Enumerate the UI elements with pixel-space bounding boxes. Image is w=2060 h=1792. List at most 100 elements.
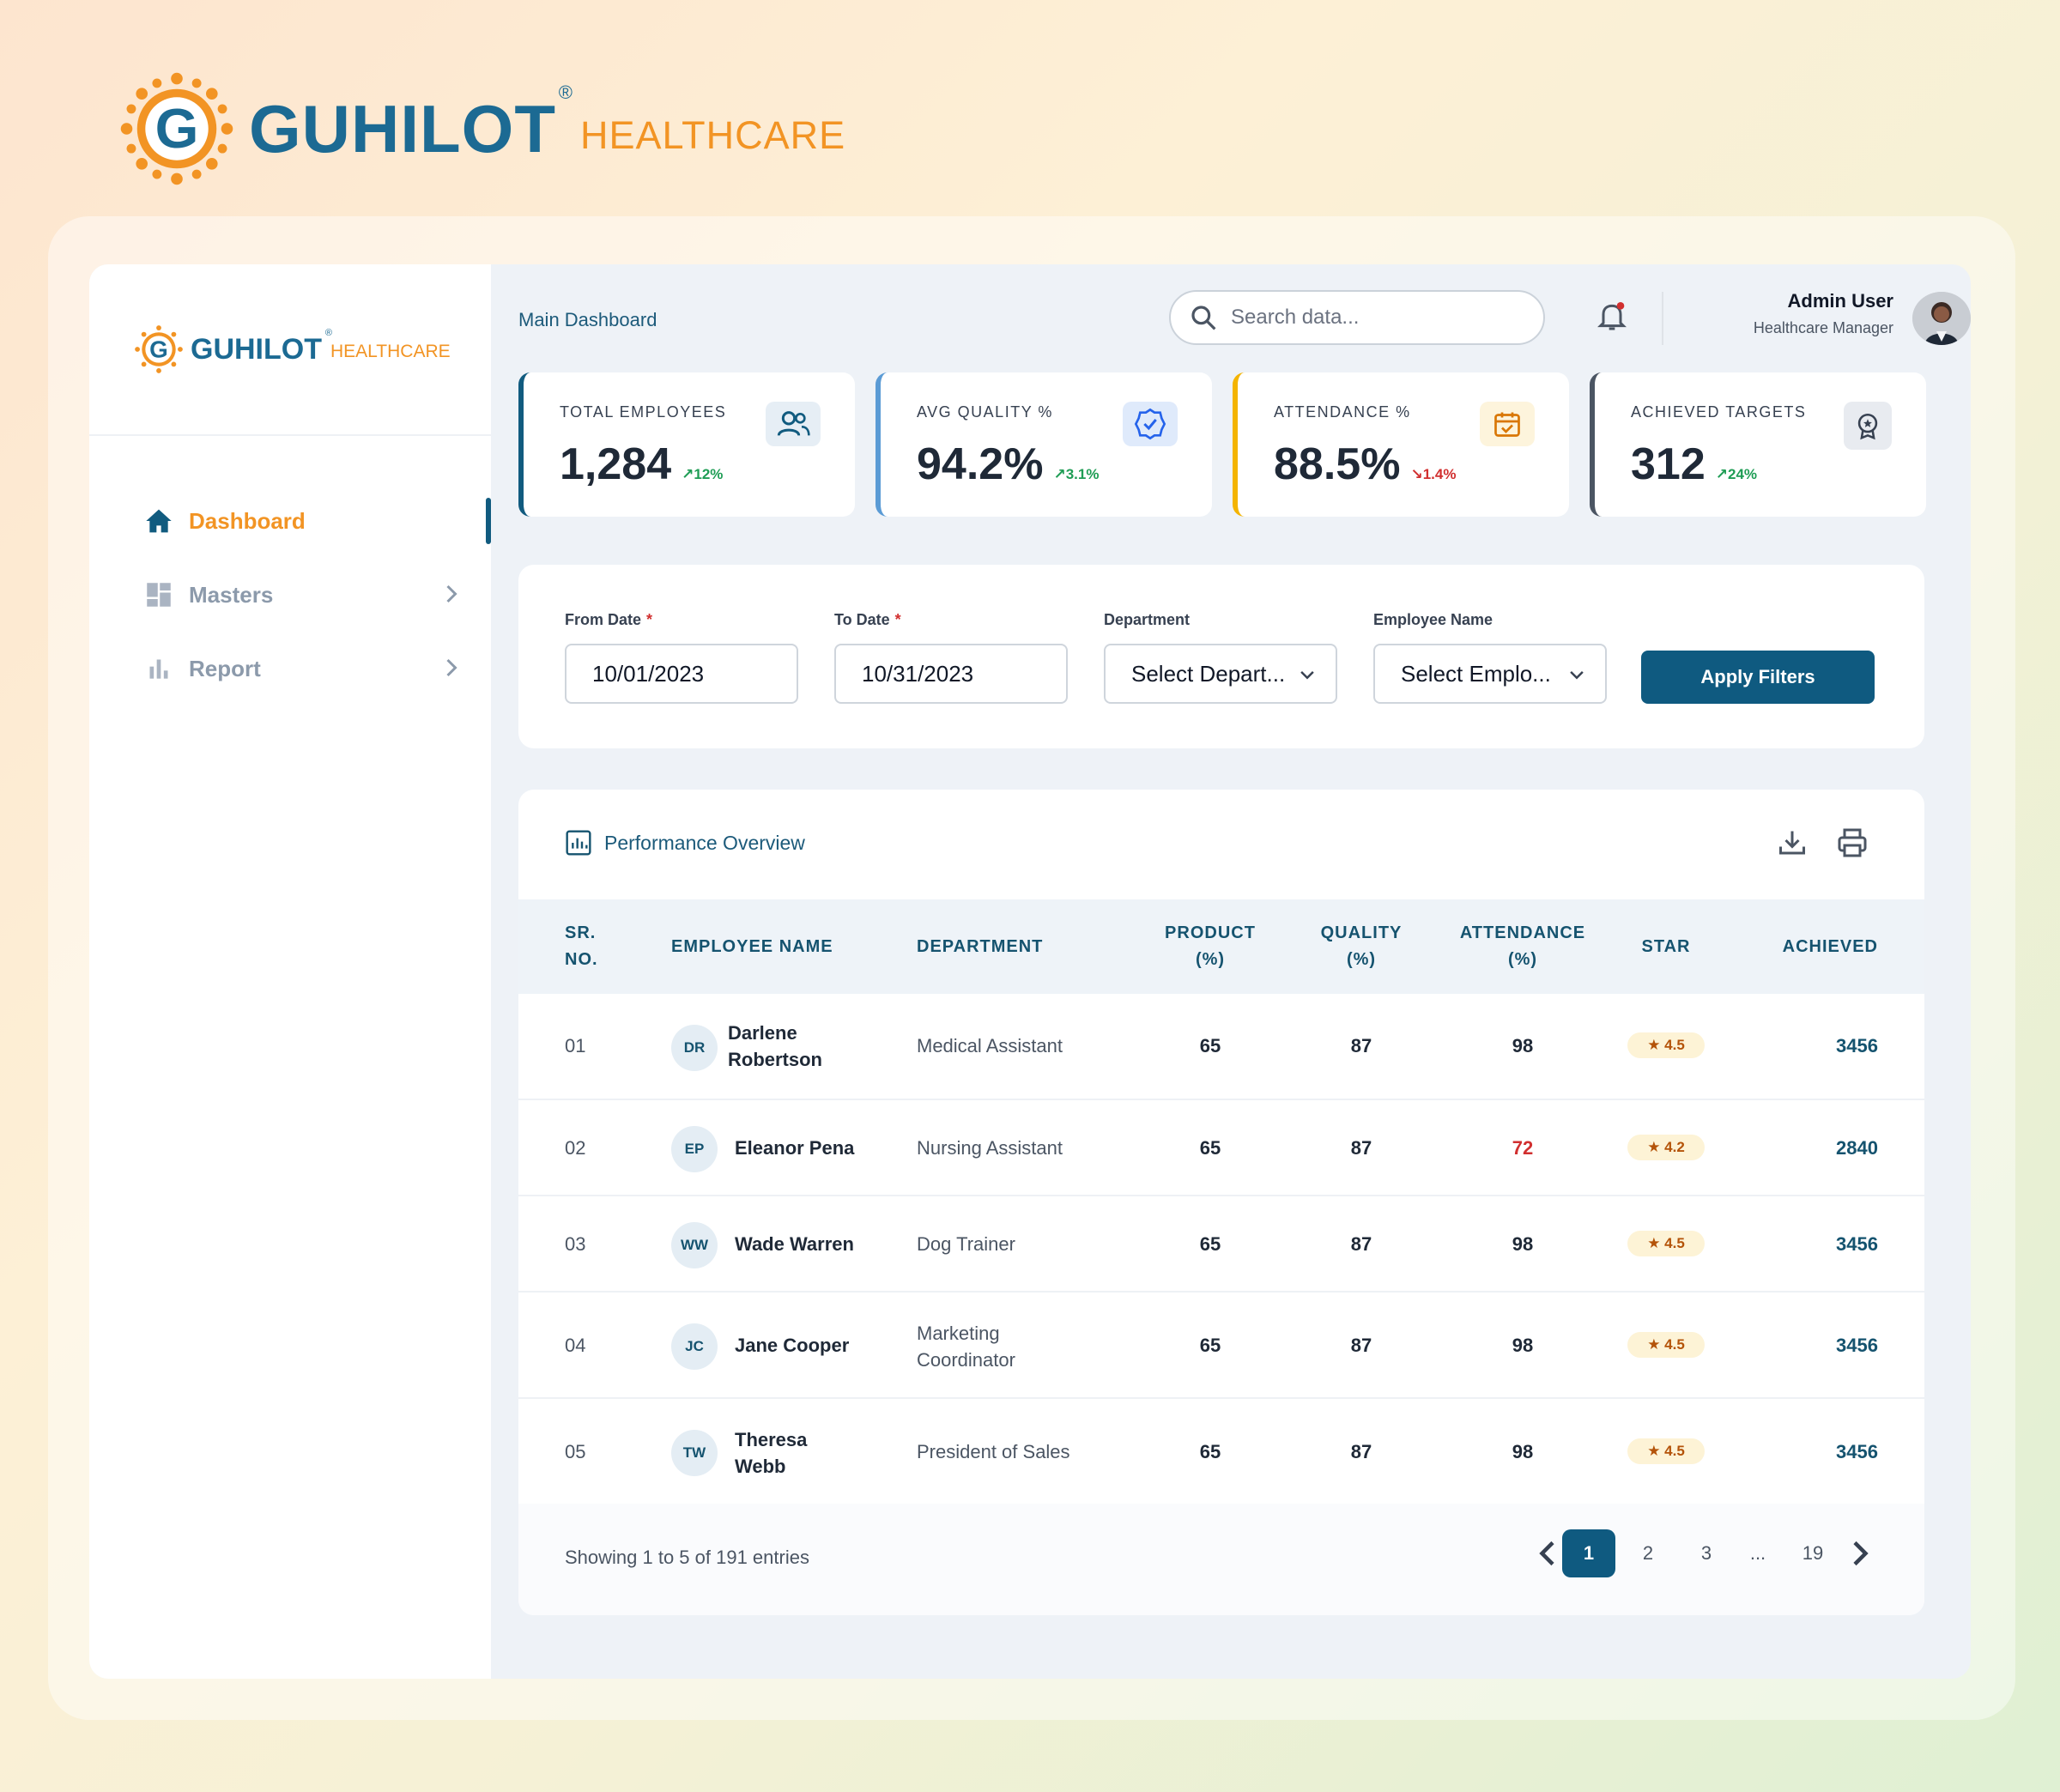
brand-subtitle: HEALTHCARE [579, 113, 846, 157]
search-input[interactable] [1231, 306, 1514, 330]
cell-sr-no: 02 [565, 1137, 586, 1159]
cell-department: Nursing Assistant [917, 1137, 1063, 1159]
filter-panel: From Date * 10/01/2023 To Date * 10/31/202… [518, 565, 1924, 748]
stat-card-avg-quality: AVG QUALITY % 94.2% ↗3.1% [876, 372, 1212, 517]
top-brand-logo: G GUHILOT ® HEALTHCARE [118, 69, 845, 189]
svg-text:G: G [149, 336, 168, 362]
cell-sr-no: 05 [565, 1441, 586, 1462]
cell-department: Medical Assistant [917, 1035, 1063, 1056]
stat-card-attendance: ATTENDANCE % 88.5% ↘1.4% [1233, 372, 1569, 517]
from-date-input[interactable]: 10/01/2023 [565, 644, 798, 704]
employee-select-value: Select Emplo... [1401, 660, 1551, 687]
user-role: Healthcare Manager [1753, 319, 1893, 336]
sidebar-item-label: Dashboard [189, 507, 306, 534]
app-window: G GUHILOT® HEALTHCARE Dashboard Masters [89, 264, 1971, 1679]
print-icon[interactable] [1837, 827, 1868, 858]
users-icon [766, 402, 821, 446]
sidebar-item-label: Masters [189, 581, 274, 608]
sidebar-brand-name: GUHILOT ® [191, 327, 332, 366]
cell-product: 65 [1199, 1441, 1221, 1462]
column-header-sr-no[interactable]: SR. NO. [565, 920, 598, 973]
sidebar-item-report[interactable]: Report [89, 632, 491, 705]
pagination-page-2[interactable]: 2 [1631, 1529, 1665, 1577]
column-header-quality[interactable]: QUALITY (%) [1301, 920, 1421, 973]
chevron-down-icon [1300, 670, 1314, 680]
user-info[interactable]: Admin User Healthcare Manager [1754, 290, 1893, 337]
cell-sr-no: 04 [565, 1335, 586, 1356]
apply-filters-button[interactable]: Apply Filters [1641, 651, 1875, 704]
table-column-headers: SR. NO. EMPLOYEE NAME DEPARTMENT PRODUCT(… [518, 899, 1924, 994]
sun-logo-icon: G [135, 325, 183, 373]
notification-bell-icon[interactable] [1595, 299, 1629, 333]
stat-card-achieved-targets: ACHIEVED TARGETS 312 ↗24% [1590, 372, 1926, 517]
breadcrumb[interactable]: Main Dashboard [518, 309, 657, 331]
download-icon[interactable] [1777, 827, 1808, 858]
chevron-down-icon [1570, 670, 1584, 680]
to-date-label: To Date * [834, 611, 901, 628]
entries-info: Showing 1 to 5 of 191 entries [565, 1547, 809, 1568]
chevron-right-icon[interactable] [1842, 1529, 1876, 1577]
cell-product: 65 [1199, 1035, 1221, 1056]
column-header-star[interactable]: STAR [1627, 934, 1705, 960]
sidebar: G GUHILOT® HEALTHCARE Dashboard Masters [89, 264, 491, 1679]
table-row[interactable]: 02 EP Eleanor Pena Nursing Assistant 65 … [518, 1100, 1924, 1196]
cell-quality: 87 [1350, 1335, 1372, 1356]
verified-badge-icon [1123, 402, 1178, 446]
cell-quality: 87 [1350, 1441, 1372, 1462]
star-icon: ★ [1647, 1336, 1661, 1353]
card-value: 88.5% ↘1.4% [1274, 439, 1457, 489]
card-value: 1,284 ↗12% [560, 439, 724, 489]
chevron-left-icon[interactable] [1531, 1529, 1566, 1577]
sidebar-item-dashboard[interactable]: Dashboard [89, 484, 491, 558]
employee-avatar-initials: EP [671, 1126, 718, 1172]
column-header-department[interactable]: DEPARTMENT [917, 934, 1043, 960]
cell-quality: 87 [1350, 1137, 1372, 1159]
table-row[interactable]: 03 WW Wade Warren Dog Trainer 65 87 98 ★… [518, 1196, 1924, 1293]
card-delta: ↗24% [1715, 466, 1758, 482]
svg-text:G: G [155, 97, 199, 160]
sidebar-logo[interactable]: G GUHILOT ® HEALTHCARE [89, 264, 491, 436]
table-row[interactable]: 05 TW Theresa Webb President of Sales 65 … [518, 1399, 1924, 1505]
column-header-employee-name[interactable]: EMPLOYEE NAME [671, 934, 833, 960]
employee-avatar-initials: JC [671, 1323, 718, 1370]
table-footer: Showing 1 to 5 of 191 entries 1 2 3 ... … [518, 1504, 1924, 1615]
cell-employee-name: Jane Cooper [735, 1335, 850, 1356]
sidebar-item-masters[interactable]: Masters [89, 558, 491, 632]
star-icon: ★ [1647, 1037, 1661, 1053]
table-row[interactable]: 01 DR Darlene Robertson Medical Assistant… [518, 994, 1924, 1100]
avatar[interactable] [1912, 292, 1971, 345]
star-rating-badge: ★ 4.5 [1627, 1231, 1705, 1256]
bar-chart-icon [144, 654, 173, 683]
home-icon [144, 506, 173, 536]
column-header-achieved[interactable]: ACHIEVED [1783, 934, 1878, 960]
pagination-page-19[interactable]: 19 [1796, 1529, 1830, 1577]
star-rating-badge: ★ 4.5 [1627, 1332, 1705, 1358]
chevron-right-icon [446, 658, 457, 677]
sidebar-brand-subtitle: HEALTHCARE [330, 342, 451, 361]
pagination-page-3[interactable]: 3 [1689, 1529, 1724, 1577]
search-icon [1191, 306, 1216, 330]
cell-sr-no: 03 [565, 1233, 586, 1255]
cell-attendance: 98 [1512, 1441, 1534, 1462]
sidebar-nav: Dashboard Masters Report [89, 484, 491, 705]
grid-icon [144, 580, 173, 609]
cell-sr-no: 01 [565, 1035, 586, 1056]
cell-product: 65 [1199, 1137, 1221, 1159]
department-select-value: Select Depart... [1131, 660, 1286, 687]
pagination-ellipsis: ... [1749, 1542, 1766, 1564]
pagination-page-1[interactable]: 1 [1562, 1529, 1615, 1577]
column-header-product[interactable]: PRODUCT (%) [1150, 920, 1270, 973]
cell-achieved: 3456 [1836, 1233, 1878, 1255]
table-row[interactable]: 04 JC Jane Cooper Marketing Coordinator 6… [518, 1293, 1924, 1399]
search-box[interactable] [1169, 290, 1545, 345]
stat-card-total-employees: TOTAL EMPLOYEES 1,284 ↗12% [518, 372, 855, 517]
cell-employee-name: Eleanor Pena [735, 1137, 855, 1159]
user-name: Admin User [1787, 290, 1893, 312]
from-date-label: From Date * [565, 611, 653, 628]
cell-employee-name: Theresa Webb [735, 1429, 808, 1477]
department-select[interactable]: Select Depart... [1104, 644, 1337, 704]
column-header-attendance[interactable]: ATTENDANCE (%) [1445, 920, 1600, 973]
calendar-check-icon [1480, 402, 1535, 446]
employee-select[interactable]: Select Emplo... [1373, 644, 1607, 704]
to-date-input[interactable]: 10/31/2023 [834, 644, 1068, 704]
